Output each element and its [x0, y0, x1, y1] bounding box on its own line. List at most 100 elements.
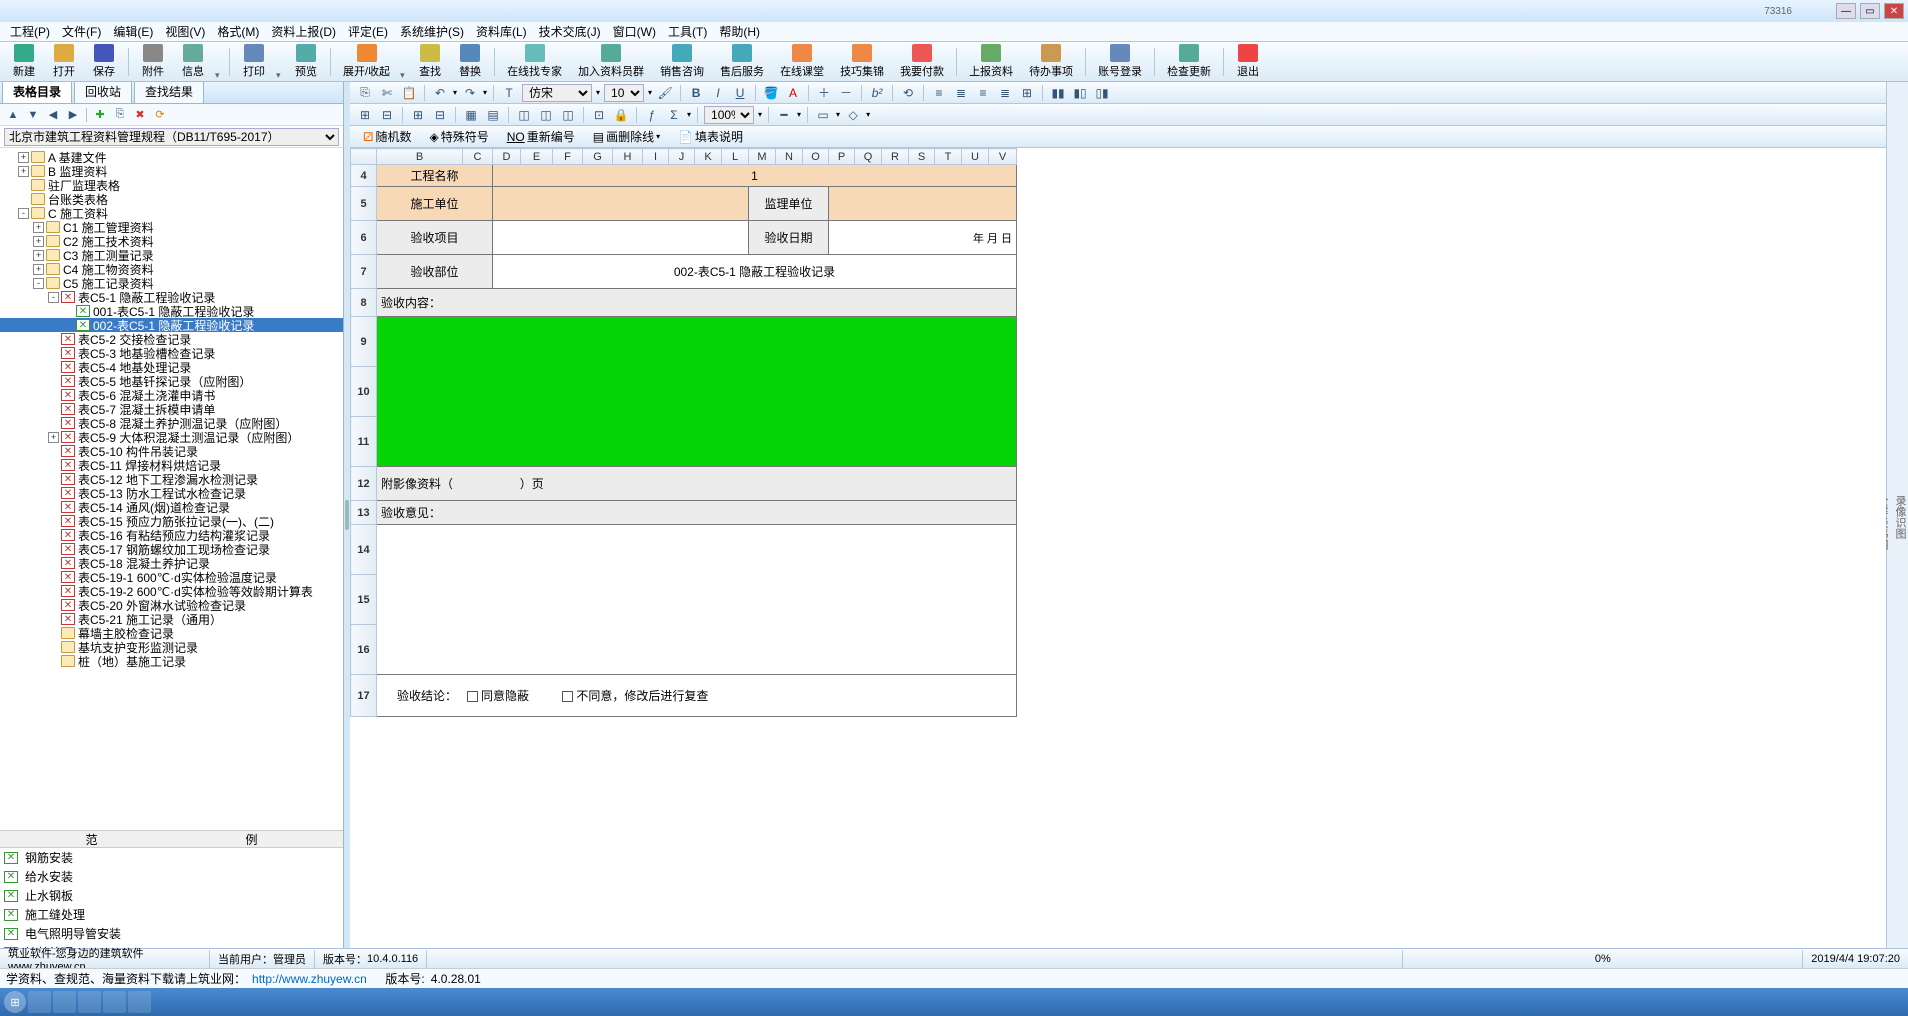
left-tab[interactable]: 回收站 — [74, 82, 132, 103]
col-header[interactable]: J — [669, 149, 695, 165]
col-header[interactable]: R — [882, 149, 909, 165]
decrease-icon[interactable]: － — [837, 84, 855, 102]
tree-refresh-icon[interactable]: ⟳ — [153, 108, 167, 122]
tree-node[interactable]: +C1 施工管理资料 — [0, 220, 343, 234]
content-area-1[interactable] — [377, 317, 1017, 367]
font-size-select[interactable]: 10 — [604, 84, 644, 102]
increase-icon[interactable]: ＋ — [815, 84, 833, 102]
strikethrough-btn[interactable]: ▤画删除线▾ — [586, 128, 667, 146]
toolbar-售后服务-button[interactable]: 售后服务 — [714, 42, 770, 81]
opinion-area-3[interactable] — [377, 625, 1017, 675]
shape-rect-icon[interactable]: ▭ — [814, 106, 832, 124]
chart-area-icon[interactable]: ▯▮ — [1093, 84, 1111, 102]
toolbar-销售咨询-button[interactable]: 销售咨询 — [654, 42, 710, 81]
freeze-icon[interactable]: ⊡ — [590, 106, 608, 124]
example-item[interactable]: ✕电气照明导管安装 — [0, 924, 343, 943]
toolbar-打开-button[interactable]: 打开 — [46, 42, 82, 81]
line-style-icon[interactable]: ━ — [775, 106, 793, 124]
spreadsheet[interactable]: BCDEFGHIJKLMNOPQRSTUV 4 工程名称 1 5 施工单位 监理… — [350, 148, 1886, 948]
left-tab[interactable]: 查找结果 — [134, 82, 204, 103]
toolbar-信息-button[interactable]: 信息 — [175, 42, 211, 81]
val-check-item[interactable] — [493, 221, 749, 255]
superscript-icon[interactable]: b² — [868, 84, 886, 102]
nav-left-icon[interactable]: ◀ — [46, 108, 60, 122]
align-left-icon[interactable]: ≡ — [930, 84, 948, 102]
example-list[interactable]: ✕钢筋安装✕给水安装✕止水钢板✕施工缝处理✕电气照明导管安装✕地基处理 — [0, 848, 343, 948]
col-header[interactable]: G — [583, 149, 613, 165]
renumber-btn[interactable]: NO重新编号 — [500, 128, 582, 146]
example-item[interactable]: ✕给水安装 — [0, 867, 343, 886]
task-item[interactable] — [78, 991, 101, 1013]
menu-item[interactable]: 系统维护(S) — [396, 21, 468, 42]
right-sidebar[interactable]: 录像识图 全屏经纬图 — [1886, 82, 1908, 948]
menu-item[interactable]: 技术交底(J) — [535, 21, 605, 42]
menu-item[interactable]: 帮助(H) — [715, 21, 764, 42]
menu-item[interactable]: 资料上报(D) — [267, 21, 340, 42]
toolbar-打印-button[interactable]: 打印 — [236, 42, 272, 81]
border-icon[interactable]: ▦ — [462, 106, 480, 124]
val-supervision-unit[interactable] — [829, 187, 1017, 221]
col-header[interactable]: B — [377, 149, 463, 165]
font-color-icon[interactable]: T — [500, 84, 518, 102]
tree-node[interactable]: 桩（地）基施工记录 — [0, 654, 343, 668]
menu-item[interactable]: 视图(V) — [161, 21, 209, 42]
toolbar-新建-button[interactable]: 新建 — [6, 42, 42, 81]
toolbar-在线找专家-button[interactable]: 在线找专家 — [501, 42, 568, 81]
toolbar-查找-button[interactable]: 查找 — [412, 42, 448, 81]
lock-icon[interactable]: 🔒 — [612, 106, 630, 124]
bold-icon[interactable]: B — [687, 84, 705, 102]
col-insert-icon[interactable]: ⊞ — [409, 106, 427, 124]
menu-item[interactable]: 格式(M) — [213, 21, 263, 42]
col-header[interactable] — [351, 149, 377, 165]
val-construction-unit[interactable] — [493, 187, 749, 221]
val-check-date[interactable]: 年 月 日 — [829, 221, 1017, 255]
task-item[interactable] — [28, 991, 51, 1013]
toolbar-在线课堂-button[interactable]: 在线课堂 — [774, 42, 830, 81]
toolbar-账号登录-button[interactable]: 账号登录 — [1092, 42, 1148, 81]
cell-3-icon[interactable]: ◫ — [559, 106, 577, 124]
toolbar-上报资料-button[interactable]: 上报资料 — [963, 42, 1019, 81]
align-center-icon[interactable]: ≣ — [952, 84, 970, 102]
col-header[interactable]: T — [935, 149, 962, 165]
toolbar-待办事项-button[interactable]: 待办事项 — [1023, 42, 1079, 81]
copy-icon[interactable]: ⎘ — [356, 84, 374, 102]
content-area-3[interactable] — [377, 417, 1017, 467]
text-color-icon[interactable]: A — [784, 84, 802, 102]
toolbar-加入资料员群-button[interactable]: 加入资料员群 — [572, 42, 650, 81]
tree-new-icon[interactable]: ✚ — [93, 108, 107, 122]
paste-icon[interactable]: 📋 — [400, 84, 418, 102]
border2-icon[interactable]: ▤ — [484, 106, 502, 124]
col-header[interactable]: S — [909, 149, 935, 165]
menu-item[interactable]: 工具(T) — [664, 21, 711, 42]
task-item[interactable] — [128, 991, 151, 1013]
tree-node[interactable]: -C 施工资料 — [0, 206, 343, 220]
tree-copy-icon[interactable]: ⎘ — [113, 108, 127, 122]
document-tree[interactable]: +A 基建文件+B 监理资料驻厂监理表格台账类表格-C 施工资料+C1 施工管理… — [0, 148, 343, 830]
menu-item[interactable]: 评定(E) — [344, 21, 392, 42]
col-header[interactable]: E — [521, 149, 553, 165]
underline-icon[interactable]: U — [731, 84, 749, 102]
toolbar-我要付款-button[interactable]: 我要付款 — [894, 42, 950, 81]
menu-item[interactable]: 编辑(E) — [109, 21, 157, 42]
taskbar[interactable]: ⊞ — [0, 988, 1908, 1016]
menu-item[interactable]: 工程(P) — [6, 21, 54, 42]
align-justify-icon[interactable]: ≣ — [996, 84, 1014, 102]
val-project-name[interactable]: 1 — [493, 165, 1017, 187]
formula-icon[interactable]: ƒ — [643, 106, 661, 124]
left-tab[interactable]: 表格目录 — [2, 82, 72, 103]
col-header[interactable]: U — [962, 149, 989, 165]
close-window-button[interactable]: ✕ — [1884, 3, 1904, 19]
col-header[interactable]: N — [776, 149, 803, 165]
col-delete-icon[interactable]: ⊟ — [431, 106, 449, 124]
fill-help-btn[interactable]: 📄填表说明 — [671, 128, 750, 146]
opinion-area-1[interactable] — [377, 525, 1017, 575]
col-header[interactable]: I — [643, 149, 669, 165]
task-item[interactable] — [53, 991, 76, 1013]
sum-icon[interactable]: Σ — [665, 106, 683, 124]
chart-line-icon[interactable]: ▮▯ — [1071, 84, 1089, 102]
task-item[interactable] — [103, 991, 126, 1013]
tree-node[interactable]: +C3 施工测量记录 — [0, 248, 343, 262]
col-header[interactable]: Q — [855, 149, 882, 165]
chart-bar-icon[interactable]: ▮▮ — [1049, 84, 1067, 102]
row-delete-icon[interactable]: ⊟ — [378, 106, 396, 124]
